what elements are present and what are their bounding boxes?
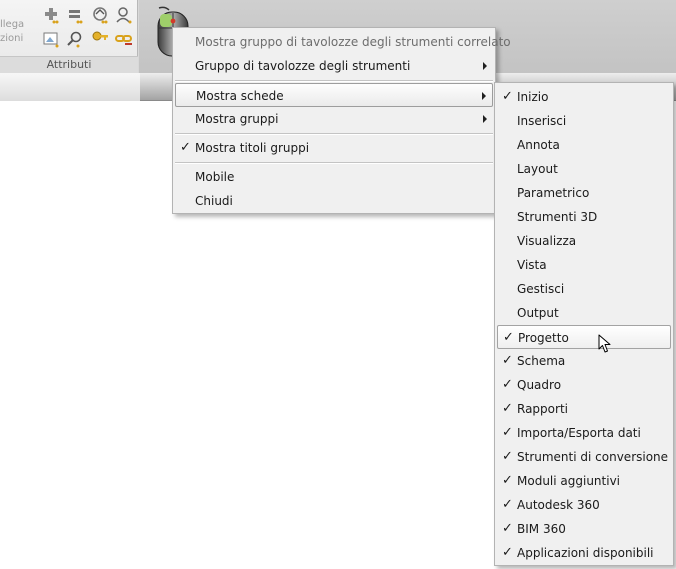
submenu-item-inizio[interactable]: ✓ Inizio xyxy=(497,85,671,109)
submenu-item-inserisci[interactable]: Inserisci xyxy=(497,109,671,133)
check-icon: ✓ xyxy=(180,140,191,155)
menu-item-show-panel-titles[interactable]: ✓ Mostra titoli gruppi xyxy=(175,136,493,160)
check-icon: ✓ xyxy=(502,497,513,512)
submenu-item-visualizza[interactable]: Visualizza xyxy=(497,229,671,253)
ribbon-bottom-bar-left xyxy=(0,73,140,101)
submenu-item-layout[interactable]: Layout xyxy=(497,157,671,181)
menu-item-label: Mostra titoli gruppi xyxy=(195,141,310,155)
ribbon-big-button-label-line2: zioni xyxy=(0,33,24,44)
check-icon: ✓ xyxy=(502,425,513,440)
submenu-arrow-icon xyxy=(482,92,486,100)
submenu-item-label: Visualizza xyxy=(517,234,577,248)
submenu-item-label: Inserisci xyxy=(517,114,567,128)
submenu-item-label: Annota xyxy=(517,138,560,152)
submenu-item-autodesk-360[interactable]: ✓ Autodesk 360 xyxy=(497,493,671,517)
add-attribute-icon[interactable] xyxy=(42,6,60,24)
submenu-item-label: Importa/Esporta dati xyxy=(517,426,641,440)
menu-item-show-related-palette-group[interactable]: Mostra gruppo di tavolozze degli strumen… xyxy=(175,30,511,54)
menu-item-label: Mostra schede xyxy=(196,89,284,103)
submenu-item-parametrico[interactable]: Parametrico xyxy=(497,181,671,205)
submenu-item-label: Strumenti 3D xyxy=(517,210,598,224)
check-icon: ✓ xyxy=(502,473,513,488)
menu-item-show-tabs[interactable]: Mostra schede xyxy=(175,83,493,107)
submenu-item-label: Autodesk 360 xyxy=(517,498,600,512)
link-attribute-icon[interactable] xyxy=(115,30,133,48)
check-icon: ✓ xyxy=(502,353,513,368)
submenu-item-moduli-aggiuntivi[interactable]: ✓ Moduli aggiuntivi xyxy=(497,469,671,493)
user-attribute-icon[interactable] xyxy=(115,6,133,24)
menu-item-label: Chiudi xyxy=(195,194,233,208)
menu-item-label: Mobile xyxy=(195,170,235,184)
check-icon: ✓ xyxy=(502,89,513,104)
submenu-item-label: Rapporti xyxy=(517,402,568,416)
submenu-item-label: Moduli aggiuntivi xyxy=(517,474,621,488)
submenu-item-label: Strumenti di conversione xyxy=(517,450,669,464)
submenu-item-label: Output xyxy=(517,306,559,320)
submenu-item-label: Parametrico xyxy=(517,186,590,200)
submenu-item-schema[interactable]: ✓ Schema xyxy=(497,349,671,373)
mouse-pointer-icon xyxy=(598,334,611,353)
menu-separator xyxy=(175,133,493,135)
submenu-item-quadro[interactable]: ✓ Quadro xyxy=(497,373,671,397)
submenu-item-progetto[interactable]: ✓ Progetto xyxy=(497,325,671,349)
menu-item-float[interactable]: Mobile xyxy=(175,165,493,189)
submenu-item-label: Applicazioni disponibili xyxy=(517,546,654,560)
find-attribute-icon[interactable] xyxy=(66,30,84,48)
submenu-item-label: Quadro xyxy=(517,378,562,392)
context-menu: Mostra gruppo di tavolozze degli strumen… xyxy=(172,27,511,214)
ribbon-big-button[interactable]: llega zioni xyxy=(0,18,38,46)
check-icon: ✓ xyxy=(502,377,513,392)
submenu-item-strumenti-di-conversione[interactable]: ✓ Strumenti di conversione xyxy=(497,445,671,469)
submenu-arrow-icon xyxy=(483,62,487,70)
submenu-item-label: Inizio xyxy=(517,90,549,104)
check-icon: ✓ xyxy=(502,449,513,464)
menu-item-show-panels[interactable]: Mostra gruppi xyxy=(175,107,493,131)
menu-item-close[interactable]: Chiudi xyxy=(175,189,493,213)
menu-item-label: Mostra gruppo di tavolozze degli strumen… xyxy=(195,35,511,49)
check-icon: ✓ xyxy=(502,545,513,560)
submenu-item-annota[interactable]: Annota xyxy=(497,133,671,157)
submenu-item-strumenti-3d[interactable]: Strumenti 3D xyxy=(497,205,671,229)
submenu-item-importa-esporta-dati[interactable]: ✓ Importa/Esporta dati xyxy=(497,421,671,445)
submenu-item-output[interactable]: Output xyxy=(497,301,671,325)
submenu-item-applicazioni-disponibili[interactable]: ✓ Applicazioni disponibili xyxy=(497,541,671,565)
submenu-item-label: Layout xyxy=(517,162,558,176)
check-icon: ✓ xyxy=(502,401,513,416)
menu-item-tool-palette-group[interactable]: Gruppo di tavolozze degli strumenti xyxy=(175,54,493,78)
submenu-item-label: Gestisci xyxy=(517,282,565,296)
key-attribute-icon[interactable] xyxy=(91,30,109,48)
menu-separator xyxy=(175,80,493,82)
submenu-item-bim-360[interactable]: ✓ BIM 360 xyxy=(497,517,671,541)
submenu-item-gestisci[interactable]: Gestisci xyxy=(497,277,671,301)
equal-attribute-icon[interactable] xyxy=(66,6,84,24)
check-icon: ✓ xyxy=(503,330,514,345)
ribbon-group-caption: Attributi xyxy=(0,56,138,73)
show-tabs-submenu: ✓ Inizio Inserisci Annota Layout Paramet… xyxy=(494,82,674,566)
submenu-item-label: Progetto xyxy=(518,331,569,345)
menu-item-label: Mostra gruppi xyxy=(195,112,279,126)
submenu-arrow-icon xyxy=(483,115,487,123)
submenu-item-rapporti[interactable]: ✓ Rapporti xyxy=(497,397,671,421)
submenu-item-label: Schema xyxy=(517,354,566,368)
sync-attribute-icon[interactable] xyxy=(91,6,109,24)
image-attribute-icon[interactable] xyxy=(42,30,60,48)
menu-separator xyxy=(175,162,493,164)
check-icon: ✓ xyxy=(502,521,513,536)
submenu-item-vista[interactable]: Vista xyxy=(497,253,671,277)
ribbon-big-button-label-line1: llega xyxy=(0,19,25,30)
menu-item-label: Gruppo di tavolozze degli strumenti xyxy=(195,59,411,73)
ribbon-group-attributi: llega zioni Attributi xyxy=(0,0,138,73)
submenu-item-label: Vista xyxy=(517,258,547,272)
submenu-item-label: BIM 360 xyxy=(517,522,566,536)
